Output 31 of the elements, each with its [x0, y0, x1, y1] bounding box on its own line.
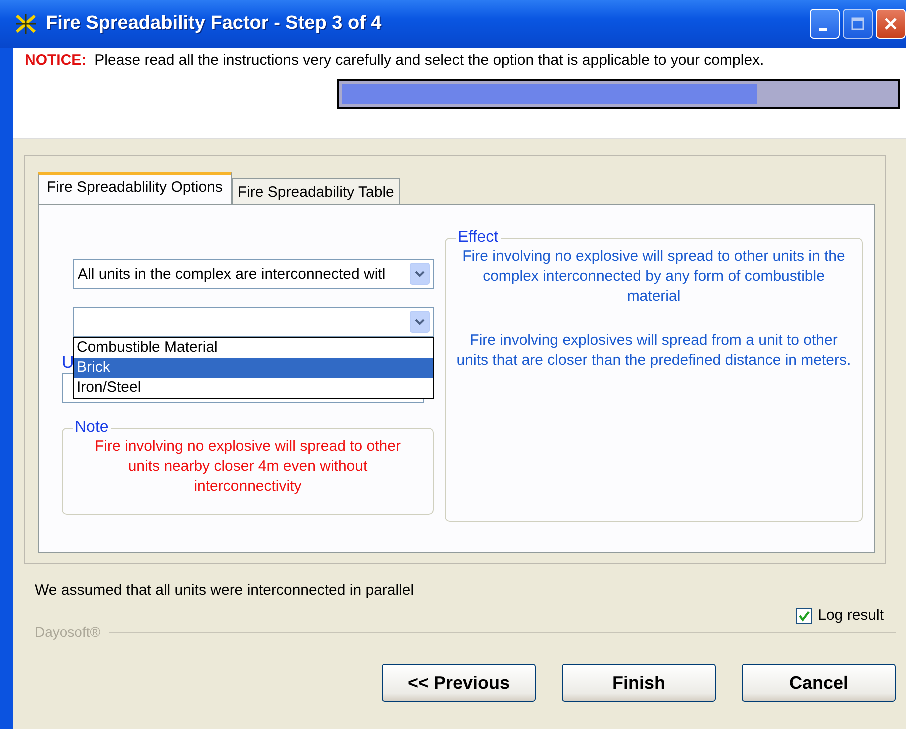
dropdown-option[interactable]: Iron/Steel — [74, 378, 433, 398]
wizard-button[interactable]: << Previous — [382, 664, 536, 702]
tab[interactable]: Fire Spreadability Table — [232, 178, 400, 204]
note-text: Fire involving no explosive will spread to other units nearby closer 4m even without interconnectivity — [94, 437, 402, 497]
group-title: Effect — [457, 229, 500, 247]
close-icon — [883, 16, 899, 32]
check-icon — [798, 610, 811, 622]
dropdown-option[interactable]: Combustible Material — [74, 338, 433, 358]
checkbox-label: Log result — [818, 607, 884, 624]
notice-label: NOTICE: — [25, 52, 87, 69]
effect-text: Fire involving no explosive will spread to other units in the complex interconnected by any form of combustible material — [462, 247, 846, 307]
dropdown-option[interactable]: Brick — [74, 358, 433, 378]
wizard-button[interactable]: Cancel — [742, 664, 896, 702]
checkbox[interactable] — [796, 608, 812, 624]
assumption-text: We assumed that all units were interconnected in parallel — [35, 582, 416, 599]
maximize-button[interactable] — [843, 9, 873, 39]
minimize-icon — [819, 28, 827, 30]
dropdown[interactable]: All units in the complex are interconnected witl — [73, 259, 434, 289]
effect-text: Fire involving explosives will spread from a unit to other units that are closer than the predefined distance in meters. — [456, 331, 852, 371]
close-button[interactable] — [876, 9, 906, 39]
tab[interactable]: Fire Spreadablility Options — [38, 172, 232, 204]
field-label: U — [62, 353, 74, 373]
brand-label: Dayosoft® — [35, 624, 101, 640]
group-title: Note — [74, 419, 110, 437]
dropdown[interactable] — [73, 307, 434, 337]
window-title: Fire Spreadability Factor - Step 3 of 4 — [46, 13, 382, 35]
maximize-icon — [850, 16, 866, 32]
notice-text: Please read all the instructions very carefully and select the option that is applicable to your complex. — [94, 52, 764, 69]
wizard-button[interactable]: Finish — [562, 664, 716, 702]
minimize-button[interactable] — [810, 9, 840, 39]
app-icon — [14, 12, 38, 36]
